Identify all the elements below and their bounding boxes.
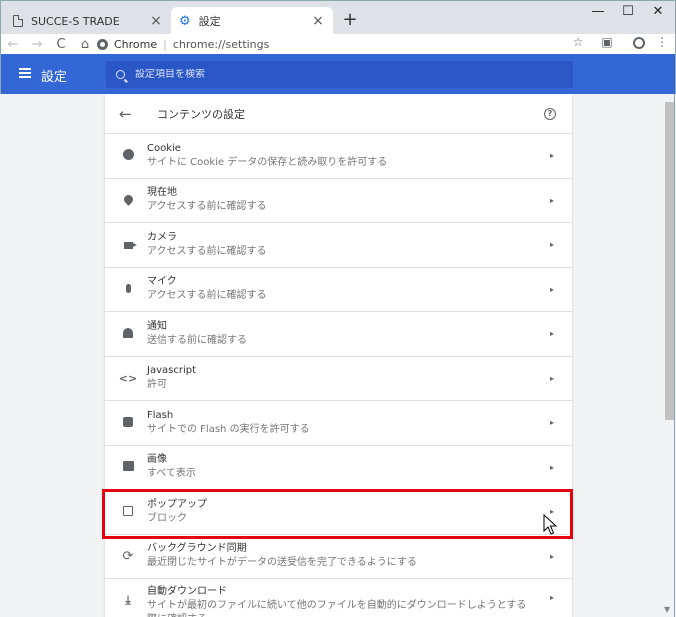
settings-header: 設定 — [0, 54, 676, 94]
row-subtitle: ブロック — [147, 512, 187, 524]
tab-title: 設定 — [198, 15, 221, 28]
setting-row-background-sync[interactable]: ⟳ バックグラウンド同期 最近閉じたサイトがデータの送受信を完了できるようにする… — [105, 535, 572, 579]
chevron-right-icon: ▸ — [549, 151, 554, 161]
row-subtitle: サイトでの Flash の実行を許可する — [147, 423, 310, 435]
browser-toolbar: ← → C ⌂ Chrome | chrome://settings ☆ ▣ ⋮ — [0, 34, 676, 54]
row-title: Flash — [147, 409, 174, 421]
star-icon[interactable]: ☆ — [569, 35, 587, 49]
chevron-right-icon: ▸ — [549, 195, 554, 205]
setting-row-popups[interactable]: ポップアップ ブロック ▸ — [105, 490, 572, 535]
card-title: コンテンツの設定 — [157, 107, 245, 121]
chevron-right-icon: ▸ — [549, 462, 554, 472]
scroll-down-arrow[interactable]: ▼ — [664, 605, 670, 614]
site-name: Chrome — [114, 37, 158, 51]
camera-icon — [123, 241, 137, 249]
popup-icon — [123, 505, 133, 516]
profile-button[interactable] — [630, 37, 648, 52]
tab-strip: SUCCE-S TRADE × ⚙ 設定 × + — ☐ ✕ — [0, 0, 676, 35]
setting-row-location[interactable]: 現在地 アクセスする前に確認する ▸ — [105, 179, 572, 223]
chevron-right-icon: ▸ — [549, 373, 554, 383]
row-title: バックグラウンド同期 — [147, 543, 247, 555]
setting-row-auto-download[interactable]: ⤓ 自動ダウンロード サイトが最初のファイルに続いて他のファイルを自動的にダウン… — [105, 579, 572, 617]
reload-button[interactable]: C — [49, 37, 73, 52]
new-tab-button[interactable]: + — [341, 9, 359, 30]
page-title: 設定 — [41, 70, 68, 85]
scrollbar-thumb[interactable] — [665, 102, 674, 420]
row-subtitle: 許可 — [147, 379, 167, 391]
back-button[interactable]: ← — [1, 37, 25, 52]
window-close-button[interactable]: ✕ — [649, 4, 667, 19]
tab-title: SUCCE-S TRADE — [31, 14, 120, 28]
row-title: ポップアップ — [147, 498, 207, 510]
bell-icon — [123, 327, 133, 338]
more-menu-button[interactable]: ⋮ — [653, 35, 671, 49]
setting-row-flash[interactable]: Flash サイトでの Flash の実行を許可する ▸ — [105, 401, 572, 446]
row-subtitle: 送信する前に確認する — [147, 334, 247, 346]
chevron-right-icon: ▸ — [549, 418, 554, 428]
row-subtitle: サイトに Cookie データの保存と読み取りを許可する — [147, 156, 388, 168]
close-icon[interactable]: × — [311, 13, 325, 29]
chevron-right-icon: ▸ — [549, 329, 554, 339]
chrome-icon — [97, 38, 108, 50]
gear-icon: ⚙ — [179, 13, 191, 29]
row-subtitle: アクセスする前に確認する — [147, 201, 267, 213]
setting-row-notifications[interactable]: 通知 送信する前に確認する ▸ — [105, 312, 572, 357]
row-title: 現在地 — [147, 187, 177, 199]
search-input[interactable] — [135, 69, 555, 80]
back-arrow-icon[interactable]: ← — [119, 105, 137, 123]
setting-row-javascript[interactable]: <> Javascript 許可 ▸ — [105, 357, 572, 401]
omnibox-divider: | — [163, 37, 167, 51]
minimize-button[interactable]: — — [589, 4, 607, 19]
code-icon: <> — [118, 372, 138, 386]
address-bar[interactable]: Chrome | chrome://settings — [97, 35, 597, 53]
setting-row-mic[interactable]: マイク アクセスする前に確認する ▸ — [105, 268, 572, 312]
row-title: 画像 — [147, 454, 167, 466]
row-title: Javascript — [147, 365, 196, 377]
chevron-right-icon: ▸ — [549, 240, 554, 250]
image-icon — [122, 461, 134, 472]
tab-succe-s-trade[interactable]: SUCCE-S TRADE × — [5, 7, 171, 35]
download-icon: ⤓ — [125, 593, 131, 607]
url-text: chrome://settings — [172, 37, 270, 51]
chevron-right-icon: ▸ — [549, 593, 554, 602]
row-subtitle: アクセスする前に確認する — [147, 245, 267, 257]
forward-button[interactable]: → — [25, 37, 49, 52]
menu-icon[interactable] — [19, 68, 31, 78]
chevron-right-icon: ▸ — [549, 284, 554, 294]
mouse-cursor-icon — [543, 514, 557, 535]
setting-row-camera[interactable]: カメラ アクセスする前に確認する ▸ — [105, 223, 572, 268]
puzzle-icon — [123, 416, 133, 427]
help-icon[interactable]: ? — [544, 107, 556, 120]
setting-row-cookie[interactable]: Cookie サイトに Cookie データの保存と読み取りを許可する ▸ — [105, 134, 572, 179]
row-title: 自動ダウンロード — [147, 586, 227, 597]
row-title: マイク — [147, 276, 177, 288]
tab-settings[interactable]: ⚙ 設定 × — [171, 7, 333, 35]
sync-icon: ⟳ — [122, 548, 134, 564]
chevron-right-icon: ▸ — [549, 551, 554, 561]
location-icon — [121, 193, 135, 207]
mic-icon — [125, 284, 131, 294]
search-icon — [116, 70, 125, 79]
home-button[interactable]: ⌂ — [73, 37, 97, 52]
row-title: 通知 — [147, 320, 167, 332]
row-title: カメラ — [147, 231, 177, 243]
row-subtitle: サイトが最初のファイルに続いて他のファイルを自動的にダウンロードしようとする際に… — [147, 600, 527, 617]
page-icon — [13, 15, 23, 27]
card-header: ← コンテンツの設定 ? — [105, 94, 572, 134]
row-subtitle: すべて表示 — [147, 468, 196, 480]
cookie-icon — [122, 148, 134, 160]
row-subtitle: アクセスする前に確認する — [147, 290, 267, 302]
setting-row-images[interactable]: 画像 すべて表示 ▸ — [105, 446, 572, 490]
row-title: Cookie — [147, 142, 181, 154]
close-icon[interactable]: × — [149, 13, 163, 29]
maximize-button[interactable]: ☐ — [619, 4, 637, 19]
search-box[interactable] — [106, 61, 573, 88]
camera-icon[interactable]: ▣ — [598, 35, 616, 49]
row-subtitle: 最近閉じたサイトがデータの送受信を完了できるようにする — [147, 557, 417, 569]
profile-icon — [633, 37, 645, 49]
content-settings-card: ← コンテンツの設定 ? Cookie サイトに Cookie データの保存と読… — [105, 94, 572, 617]
